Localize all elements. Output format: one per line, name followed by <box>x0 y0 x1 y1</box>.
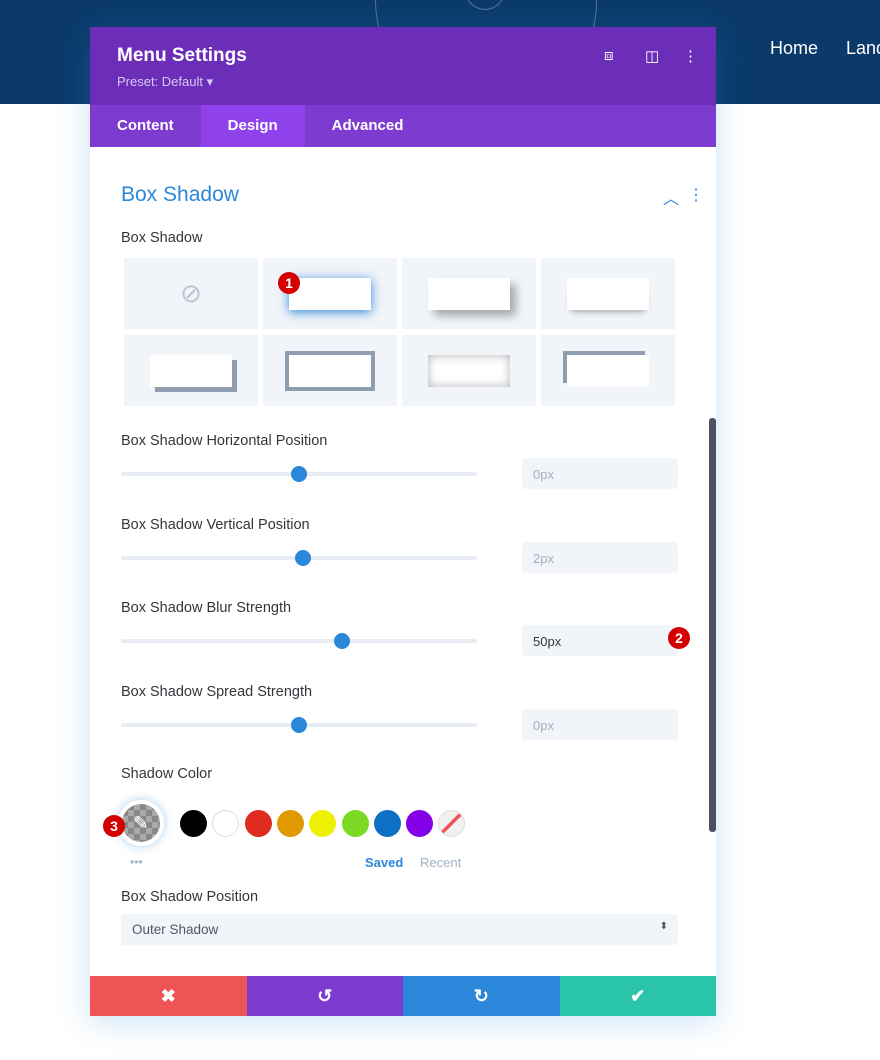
step-badge: 3 <box>103 815 125 837</box>
shadow-color-label: Shadow Color <box>121 766 213 782</box>
position-label: Box Shadow Position <box>121 889 259 905</box>
preset-2[interactable] <box>402 258 536 329</box>
color-swatch[interactable] <box>180 810 207 837</box>
color-swatch[interactable] <box>244 810 272 837</box>
shadow-presets: ⊘ <box>124 258 675 406</box>
cancel-button[interactable]: ✖ <box>90 976 247 1016</box>
recent-tab[interactable]: Recent <box>420 855 461 870</box>
nav-landing[interactable]: Landing <box>846 38 880 59</box>
tab-content[interactable]: Content <box>90 105 201 147</box>
split-view-icon[interactable]: ◫ <box>645 47 659 65</box>
color-swatch[interactable] <box>341 810 369 837</box>
select-arrows-icon: ⬍ <box>659 921 668 932</box>
slider-value-input[interactable]: 2px <box>522 541 678 573</box>
slider-track[interactable] <box>121 633 477 649</box>
color-swatch[interactable] <box>406 810 434 837</box>
more-options-icon[interactable]: ⋮ <box>683 47 698 65</box>
slider-track[interactable] <box>121 466 477 482</box>
slider-label: Box Shadow Blur Strength <box>121 600 292 616</box>
modal-footer: ✖ ↺ ↻ ✔ <box>90 976 716 1016</box>
save-button[interactable]: ✔ <box>559 976 716 1016</box>
tab-design[interactable]: Design <box>200 105 305 147</box>
slider-thumb[interactable] <box>291 716 307 733</box>
modal-header: Menu Settings Preset: Default ▾ ⧈ ◫ ⋮ <box>90 27 716 105</box>
color-swatch[interactable] <box>276 810 304 837</box>
section-title: Box Shadow <box>121 183 239 206</box>
preset-dropdown[interactable]: Preset: Default ▾ <box>117 74 213 90</box>
collapse-icon[interactable]: ︿ <box>663 185 679 209</box>
color-swatch[interactable] <box>373 810 401 837</box>
scrollbar[interactable] <box>709 418 716 832</box>
redo-button[interactable]: ↻ <box>403 976 560 1016</box>
position-select[interactable]: Outer Shadow ⬍ <box>121 914 678 945</box>
modal-title: Menu Settings <box>117 45 247 66</box>
section-more-icon[interactable]: ⋮ <box>688 185 704 205</box>
tab-advanced[interactable]: Advanced <box>305 105 431 147</box>
preset-5[interactable] <box>263 335 397 406</box>
preset-7[interactable] <box>541 335 675 406</box>
focus-icon[interactable]: ⧈ <box>604 47 614 64</box>
position-value: Outer Shadow <box>132 922 219 937</box>
slider-track[interactable] <box>121 549 477 566</box>
slider-thumb[interactable] <box>333 633 350 649</box>
step-badge: 1 <box>278 272 300 294</box>
preset-6[interactable] <box>402 335 536 406</box>
color-swatch[interactable] <box>212 810 240 837</box>
eyedropper-icon[interactable]: ✎ <box>118 800 164 846</box>
nav-home[interactable]: Home <box>770 38 818 59</box>
box-shadow-label: Box Shadow <box>121 230 203 246</box>
slider-value-input[interactable]: 50px <box>522 625 678 656</box>
undo-button[interactable]: ↺ <box>246 976 403 1016</box>
color-swatch[interactable] <box>309 810 337 837</box>
step-badge: 2 <box>668 627 690 649</box>
slider-label: Box Shadow Horizontal Position <box>121 433 328 449</box>
more-colors[interactable]: ••• <box>130 855 143 869</box>
slider-thumb[interactable] <box>294 549 311 566</box>
slider-label: Box Shadow Vertical Position <box>121 516 310 533</box>
none-icon: ⊘ <box>180 278 202 308</box>
slider-thumb[interactable] <box>291 466 307 482</box>
preset-4[interactable] <box>124 335 258 406</box>
slider-value-input[interactable]: 0px <box>522 708 678 740</box>
slider-value-input[interactable]: 0px <box>522 458 678 489</box>
clear-color-swatch[interactable] <box>438 810 465 837</box>
preset-none[interactable]: ⊘ <box>124 258 258 329</box>
preset-1[interactable] <box>263 258 397 329</box>
slider-track[interactable] <box>121 716 477 733</box>
tab-bar: Content Design Advanced <box>90 105 716 147</box>
slider-label: Box Shadow Spread Strength <box>121 683 313 700</box>
preset-3[interactable] <box>541 258 675 329</box>
settings-modal: Menu Settings Preset: Default ▾ ⧈ ◫ ⋮ Co… <box>90 27 716 1016</box>
saved-tab[interactable]: Saved <box>365 855 403 870</box>
